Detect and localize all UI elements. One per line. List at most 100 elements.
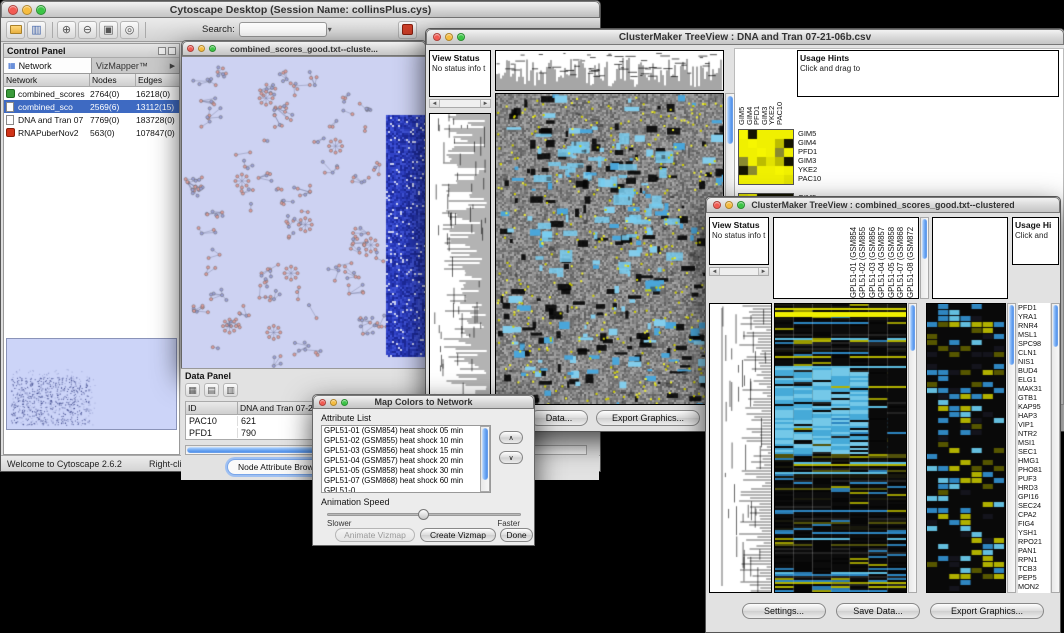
close-button[interactable]	[319, 399, 326, 406]
scroll-right-icon[interactable]: ►	[759, 268, 768, 275]
gene-label[interactable]: HAP3	[1018, 411, 1050, 420]
search-combo-icon[interactable]: ▾	[328, 25, 332, 34]
gene-label[interactable]: PUF3	[1018, 474, 1050, 483]
gene-label[interactable]: MSL1	[1018, 330, 1050, 339]
minimize-button[interactable]	[22, 5, 32, 15]
create-vizmap-button[interactable]: Create Vizmap	[420, 528, 496, 542]
tv2-zoom-scrollbar[interactable]	[1007, 303, 1016, 593]
gene-label[interactable]: GPI16	[1018, 492, 1050, 501]
tv1-heatmap[interactable]	[495, 93, 724, 405]
gene-label[interactable]: NIS1	[1018, 357, 1050, 366]
gene-label[interactable]: SEC24	[1018, 501, 1050, 510]
scroll-track[interactable]	[719, 268, 759, 275]
tab-vizmapper[interactable]: VizMapper™	[92, 58, 166, 73]
tv1-row-dendro[interactable]	[429, 113, 491, 403]
treeview1-titlebar[interactable]: ClusterMaker TreeView : DNA and Tran 07-…	[426, 29, 1064, 45]
network-row[interactable]: combined_sco2569(6)13112(15)	[4, 100, 179, 113]
gene-label[interactable]: PEP5	[1018, 573, 1050, 582]
vscroll-thumb[interactable]	[922, 219, 927, 259]
vscroll-thumb[interactable]	[1053, 305, 1058, 347]
minimize-button[interactable]	[198, 45, 205, 52]
gene-label[interactable]: FIG4	[1018, 519, 1050, 528]
tv2-vscroll[interactable]	[908, 303, 917, 593]
scroll-left-icon[interactable]: ◄	[710, 268, 719, 275]
zoom-button[interactable]	[737, 201, 745, 209]
tab-overflow-button[interactable]: ▶	[166, 58, 179, 73]
gene-label[interactable]: VIP1	[1018, 420, 1050, 429]
attribute-item[interactable]: GPL51-05 (GSM858) heat shock 30 min	[322, 466, 480, 476]
zoom-button[interactable]	[457, 33, 465, 41]
gene-label[interactable]: RPO21	[1018, 537, 1050, 546]
close-panel-icon[interactable]	[168, 47, 176, 55]
zoom-selected-icon[interactable]: ◎	[120, 21, 139, 39]
scroll-track[interactable]	[439, 100, 481, 107]
animate-vizmap-button[interactable]: Animate Vizmap	[335, 528, 415, 542]
zoom-in-icon[interactable]: ⊕	[57, 21, 76, 39]
move-down-button[interactable]: ∨	[499, 451, 523, 464]
tab-network[interactable]: ▦ Network	[4, 58, 92, 73]
gene-label[interactable]: GTB1	[1018, 393, 1050, 402]
network-row[interactable]: combined_scores2764(0)16218(0)	[4, 87, 179, 100]
tv2-mini-scrollbar[interactable]: ◄ ►	[709, 267, 769, 276]
minimize-button[interactable]	[725, 201, 733, 209]
attr-delete-icon[interactable]: ▥	[223, 383, 238, 397]
close-button[interactable]	[8, 5, 18, 15]
zoom-button[interactable]	[36, 5, 46, 15]
vscroll-thumb[interactable]	[727, 96, 733, 144]
gene-label[interactable]: HRD3	[1018, 483, 1050, 492]
gene-label[interactable]: MSI1	[1018, 438, 1050, 447]
open-session-icon[interactable]	[6, 21, 25, 39]
attribute-item[interactable]: GPL51-02 (GSM855) heat shock 10 min	[322, 436, 480, 446]
search-input[interactable]	[239, 22, 327, 37]
tv2-gene-scrollbar[interactable]	[1051, 303, 1060, 593]
network-row[interactable]: DNA and Tran 077769(0)183728(0)	[4, 113, 179, 126]
control-panel-header[interactable]: Control Panel	[4, 44, 179, 58]
attribute-item[interactable]: GPL51-03 (GSM856) heat shock 15 min	[322, 446, 480, 456]
zoom-fit-icon[interactable]: ▣	[99, 21, 118, 39]
close-button[interactable]	[433, 33, 441, 41]
scroll-right-icon[interactable]: ►	[481, 100, 490, 107]
gene-label[interactable]: YSH1	[1018, 528, 1050, 537]
animation-speed-slider[interactable]	[327, 513, 521, 516]
gene-label[interactable]: CPA2	[1018, 510, 1050, 519]
gene-label[interactable]: HMG1	[1018, 456, 1050, 465]
gene-label[interactable]: NTR2	[1018, 429, 1050, 438]
attribute-list-scrollbar[interactable]	[480, 426, 490, 492]
tv1-export-graphics-button[interactable]: Export Graphics...	[596, 410, 700, 426]
close-button[interactable]	[713, 201, 721, 209]
close-button[interactable]	[187, 45, 194, 52]
gene-label[interactable]: PAN1	[1018, 546, 1050, 555]
gene-label[interactable]: ELG1	[1018, 375, 1050, 384]
attribute-item[interactable]: GPL51-04 (GSM857) heat shock 20 min	[322, 456, 480, 466]
attribute-item[interactable]: GPL51-0	[322, 486, 480, 493]
gene-label[interactable]: YRA1	[1018, 312, 1050, 321]
vscroll-thumb[interactable]	[910, 305, 915, 351]
attr-create-icon[interactable]: ▤	[204, 383, 219, 397]
network-view-titlebar[interactable]: combined_scores_good.txt--cluste...	[182, 41, 426, 56]
attribute-item[interactable]: GPL51-01 (GSM854) heat shock 05 min	[322, 426, 480, 436]
cytoscape-titlebar[interactable]: Cytoscape Desktop (Session Name: collins…	[1, 1, 600, 18]
tv1-mini-scrollbar[interactable]: ◄ ►	[429, 99, 491, 108]
gene-label[interactable]: RNR4	[1018, 321, 1050, 330]
tv1-col-dendro[interactable]	[495, 50, 724, 91]
scroll-left-icon[interactable]: ◄	[430, 100, 439, 107]
tv1-matrix1[interactable]	[738, 129, 794, 185]
attribute-item[interactable]: GPL51-07 (GSM868) heat shock 60 min	[322, 476, 480, 486]
tv1-save-data-button[interactable]: Data...	[530, 410, 588, 426]
annotation-icon[interactable]	[398, 21, 417, 39]
column-header-network[interactable]: Network	[4, 74, 90, 86]
tv2-settings-button[interactable]: Settings...	[742, 603, 826, 619]
tv2-row-dendro[interactable]	[709, 303, 772, 593]
tv2-save-data-button[interactable]: Save Data...	[836, 603, 920, 619]
zoom-button[interactable]	[341, 399, 348, 406]
tv2-heatmap[interactable]	[774, 303, 907, 593]
gene-label[interactable]: RPN1	[1018, 555, 1050, 564]
birdseye-canvas[interactable]	[7, 339, 176, 429]
gene-label[interactable]: KAP95	[1018, 402, 1050, 411]
tv2-export-graphics-button[interactable]: Export Graphics...	[930, 603, 1044, 619]
dialog-titlebar[interactable]: Map Colors to Network	[313, 395, 534, 409]
gene-label[interactable]: TCB3	[1018, 564, 1050, 573]
vscroll-thumb[interactable]	[482, 428, 488, 480]
tv2-col-scrollbar[interactable]	[920, 217, 929, 299]
done-button[interactable]: Done	[500, 528, 533, 542]
